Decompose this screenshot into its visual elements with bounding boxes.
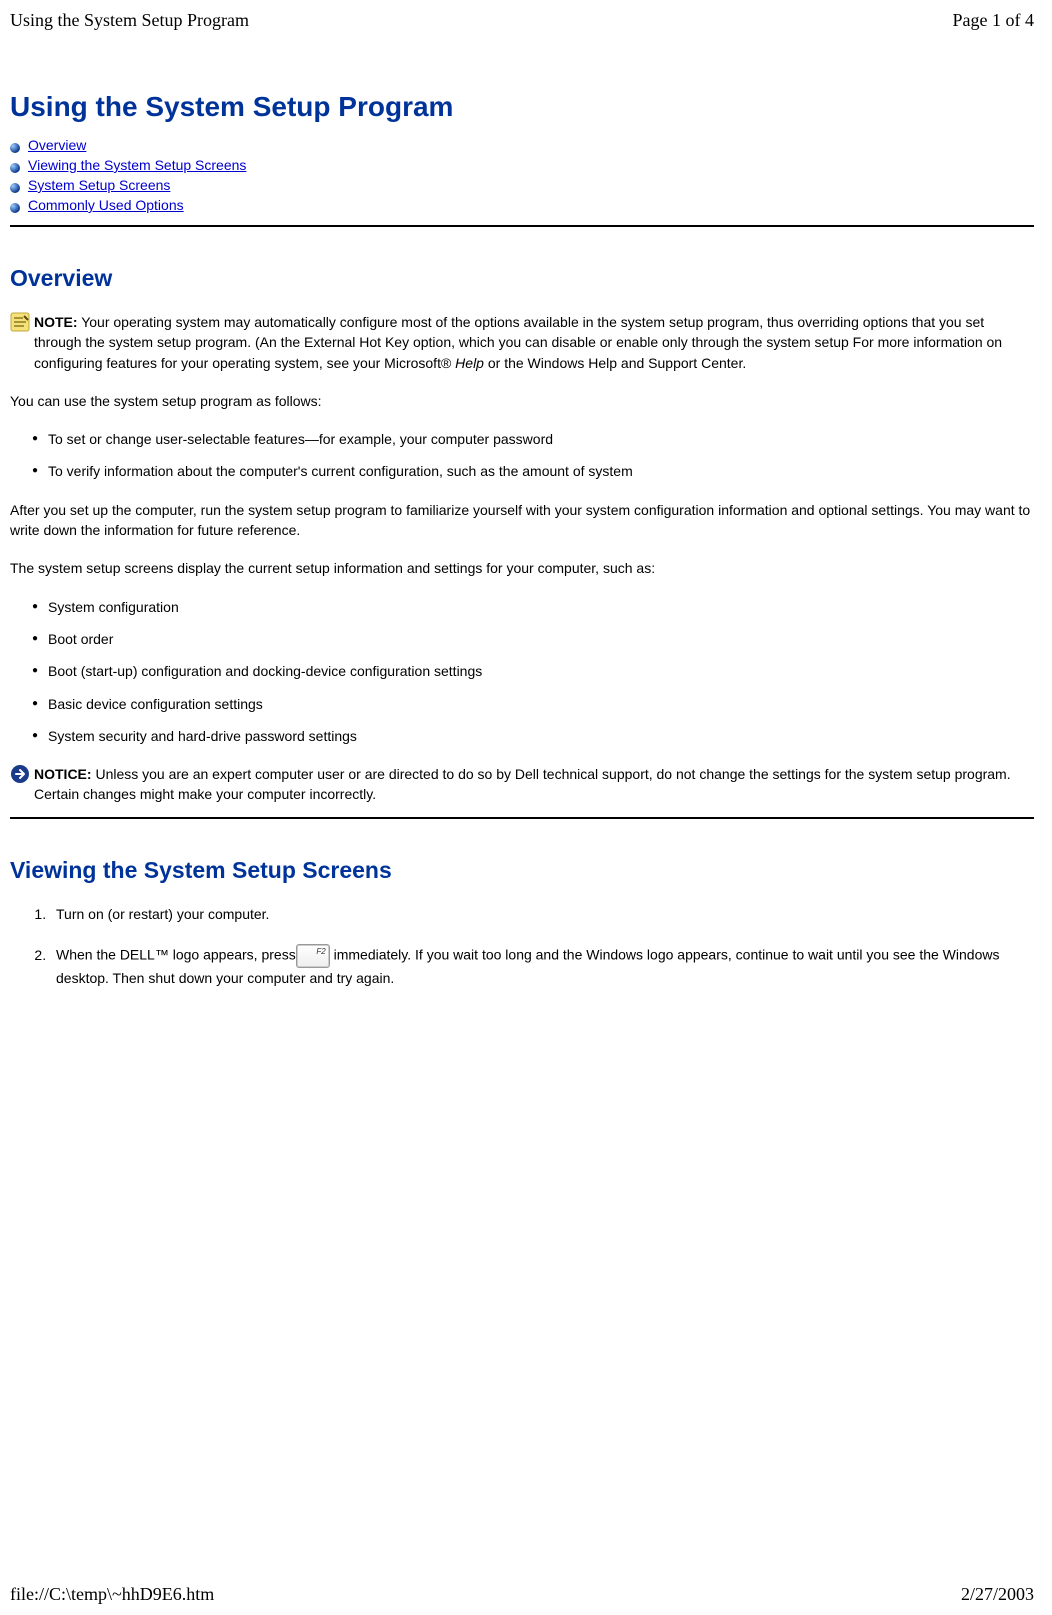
page-indicator: Page 1 of 4 — [953, 10, 1034, 31]
list-item: To verify information about the computer… — [10, 461, 1034, 481]
toc-link-screens[interactable]: System Setup Screens — [28, 177, 170, 193]
list-item: System configuration — [10, 597, 1034, 617]
uses-list: To set or change user-selectable feature… — [10, 429, 1034, 482]
footer-path: file://C:\temp\~hhD9E6.htm — [10, 1584, 214, 1605]
toc-bullet-icon — [10, 180, 20, 190]
steps-list: Turn on (or restart) your computer. When… — [10, 904, 1034, 989]
note-italic: Help — [455, 355, 484, 371]
note-body-2: or the Windows Help and Support Center. — [484, 355, 746, 371]
step-item: Turn on (or restart) your computer. — [50, 904, 1034, 924]
page-title: Using the System Setup Program — [10, 91, 1034, 123]
screens-list: System configuration Boot order Boot (st… — [10, 597, 1034, 746]
divider — [10, 817, 1034, 819]
toc-bullet-icon — [10, 200, 20, 210]
list-item: Basic device configuration settings — [10, 694, 1034, 714]
step-text-a: When the DELL™ logo appears, press — [56, 947, 296, 963]
page: Using the System Setup Program Page 1 of… — [0, 0, 1052, 1615]
list-item: Boot order — [10, 629, 1034, 649]
toc-item: Viewing the System Setup Screens — [10, 157, 1034, 173]
notice-icon — [10, 764, 30, 784]
list-item: To set or change user-selectable feature… — [10, 429, 1034, 449]
divider — [10, 225, 1034, 227]
toc-item: Commonly Used Options — [10, 197, 1034, 213]
note-icon — [10, 312, 30, 332]
table-of-contents: Overview Viewing the System Setup Screen… — [10, 137, 1034, 213]
overview-para-2: After you set up the computer, run the s… — [10, 500, 1034, 541]
toc-item: Overview — [10, 137, 1034, 153]
page-footer: file://C:\temp\~hhD9E6.htm 2/27/2003 — [10, 1584, 1034, 1605]
toc-link-overview[interactable]: Overview — [28, 137, 86, 153]
toc-link-options[interactable]: Commonly Used Options — [28, 197, 184, 213]
notice-block: NOTICE: Unless you are an expert compute… — [10, 764, 1034, 805]
note-block: NOTE: Your operating system may automati… — [10, 312, 1034, 373]
notice-text: NOTICE: Unless you are an expert compute… — [34, 764, 1034, 805]
toc-bullet-icon — [10, 140, 20, 150]
toc-item: System Setup Screens — [10, 177, 1034, 193]
footer-date: 2/27/2003 — [961, 1584, 1034, 1605]
section-heading-overview: Overview — [10, 265, 1034, 292]
list-item: System security and hard-drive password … — [10, 726, 1034, 746]
overview-para-1: You can use the system setup program as … — [10, 391, 1034, 411]
step-item: When the DELL™ logo appears, press immed… — [50, 944, 1034, 988]
note-text: NOTE: Your operating system may automati… — [34, 312, 1034, 373]
overview-para-3: The system setup screens display the cur… — [10, 558, 1034, 578]
page-header: Using the System Setup Program Page 1 of… — [10, 10, 1034, 31]
keycap-icon — [296, 944, 330, 968]
section-heading-viewing: Viewing the System Setup Screens — [10, 857, 1034, 884]
header-title: Using the System Setup Program — [10, 10, 249, 31]
toc-link-viewing[interactable]: Viewing the System Setup Screens — [28, 157, 246, 173]
toc-bullet-icon — [10, 160, 20, 170]
note-label: NOTE: — [34, 314, 78, 330]
notice-label: NOTICE: — [34, 766, 92, 782]
list-item: Boot (start-up) configuration and dockin… — [10, 661, 1034, 681]
notice-body: Unless you are an expert computer user o… — [34, 766, 1011, 802]
